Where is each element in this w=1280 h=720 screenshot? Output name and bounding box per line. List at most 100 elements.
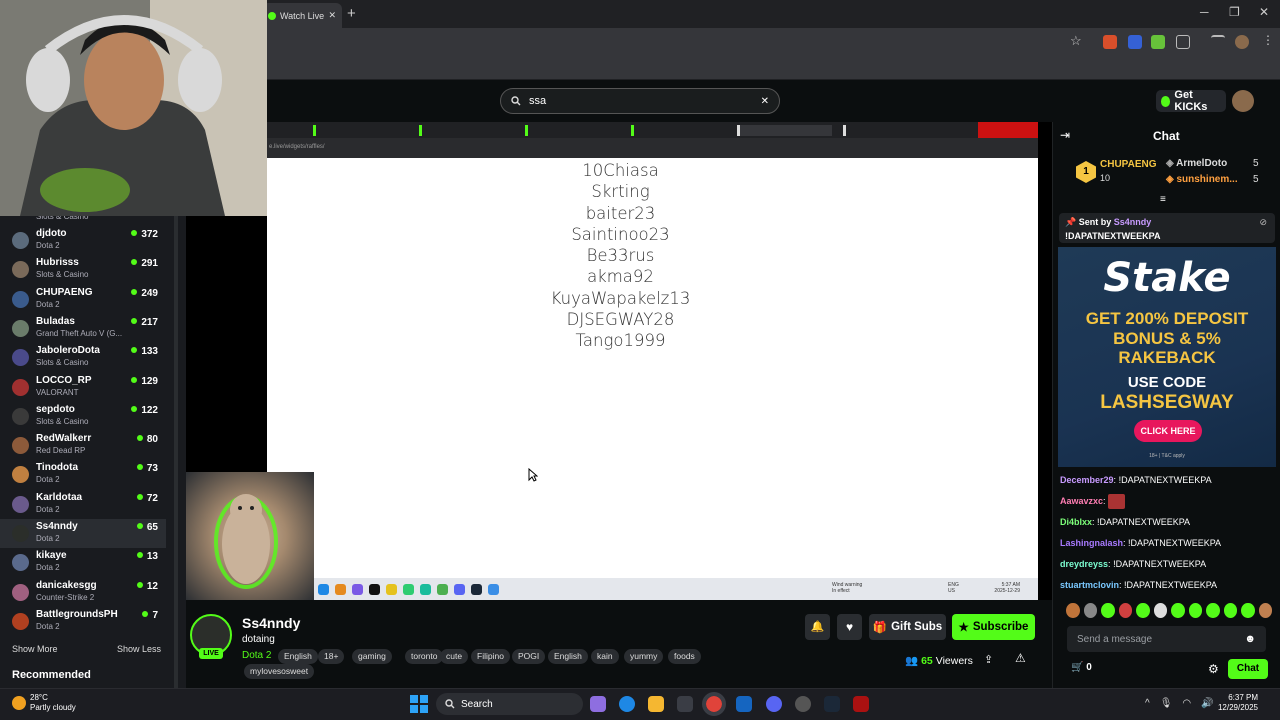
report-icon[interactable]: ⚠ bbox=[1015, 651, 1026, 665]
search-box[interactable]: ✕ bbox=[500, 88, 780, 114]
stake-ad-banner[interactable]: Stake GET 200% DEPOSIT BONUS & 5% RAKEBA… bbox=[1058, 247, 1276, 467]
mail-icon[interactable] bbox=[736, 696, 752, 712]
stream-tag[interactable]: 18+ bbox=[318, 649, 345, 664]
emote-icon[interactable] bbox=[1101, 603, 1115, 618]
stream-tag[interactable]: kain bbox=[591, 649, 619, 664]
emote-icon[interactable] bbox=[1136, 603, 1150, 618]
sidebar-channel[interactable]: kikaye Dota 2 13 bbox=[0, 548, 166, 577]
sidebar-channel[interactable]: Hubrisss Slots & Casino 291 bbox=[0, 255, 166, 284]
stream-tag[interactable]: cute bbox=[440, 649, 469, 664]
search-input[interactable] bbox=[529, 95, 753, 107]
unpin-icon[interactable]: ⊘ bbox=[1259, 217, 1267, 228]
sidebar-channel[interactable]: BattlegroundsPH Dota 2 7 bbox=[0, 607, 166, 636]
ad-click-here-button[interactable]: CLICK HERE bbox=[1134, 420, 1202, 442]
edge-icon[interactable] bbox=[619, 696, 635, 712]
user-avatar[interactable] bbox=[1232, 90, 1254, 112]
gifter-name[interactable]: ◈ ArmelDoto bbox=[1166, 158, 1227, 169]
minimize-button[interactable]: ─ bbox=[1200, 5, 1209, 19]
media-icon[interactable] bbox=[1211, 35, 1225, 49]
channel-name[interactable]: Ss4nndy bbox=[242, 615, 300, 631]
chat-input-box[interactable]: ☻ bbox=[1067, 626, 1266, 652]
sidebar-channel[interactable]: Tinodota Dota 2 73 bbox=[0, 460, 166, 489]
sidebar-channel[interactable]: RedWalkerr Red Dead RP 80 bbox=[0, 431, 166, 460]
cart-button[interactable]: 🛒 0 bbox=[1071, 662, 1092, 673]
emote-icon[interactable] bbox=[1171, 603, 1185, 618]
show-less-link[interactable]: Show Less bbox=[117, 644, 161, 654]
extension-icon[interactable] bbox=[1103, 35, 1117, 49]
collapse-chat-icon[interactable]: ⇥ bbox=[1060, 128, 1070, 142]
sidebar-channel[interactable]: Ss4nndy Dota 2 65 bbox=[0, 519, 166, 548]
stream-tag[interactable]: gaming bbox=[352, 649, 392, 664]
sidebar-channel[interactable]: djdoto Dota 2 372 bbox=[0, 226, 166, 255]
maximize-button[interactable]: ❐ bbox=[1229, 5, 1240, 19]
stream-tag[interactable]: yummy bbox=[624, 649, 664, 664]
sidebar-channel[interactable]: CHUPAENG Dota 2 249 bbox=[0, 285, 166, 314]
chat-username[interactable]: dreydreyss bbox=[1060, 559, 1108, 569]
chat-username[interactable]: Lashingnalash bbox=[1060, 538, 1123, 548]
expand-gifters-icon[interactable]: ≡ bbox=[1160, 194, 1166, 205]
follow-button[interactable]: ♥ bbox=[837, 614, 862, 640]
stream-tag[interactable]: mylovesosweet bbox=[244, 664, 315, 679]
stream-tag[interactable]: toronto bbox=[405, 649, 444, 664]
clear-search-icon[interactable]: ✕ bbox=[761, 96, 769, 107]
emote-icon[interactable] bbox=[1188, 603, 1202, 618]
browser-menu-icon[interactable]: ⋮ bbox=[1262, 33, 1274, 47]
chat-message-input[interactable] bbox=[1077, 633, 1245, 645]
stream-tag[interactable]: foods bbox=[668, 649, 701, 664]
emote-icon[interactable] bbox=[1118, 603, 1132, 618]
wifi-icon[interactable]: ◠ bbox=[1182, 698, 1191, 709]
stream-tag[interactable]: Filipino bbox=[471, 649, 510, 664]
sidebar-scrollbar[interactable] bbox=[174, 216, 178, 688]
tray-chevron-icon[interactable]: ^ bbox=[1145, 698, 1150, 709]
close-window-button[interactable]: ✕ bbox=[1259, 5, 1269, 19]
chat-username[interactable]: Di4blxx bbox=[1060, 517, 1092, 527]
new-tab-button[interactable]: + bbox=[347, 5, 356, 22]
sidebar-channel[interactable]: sepdoto Slots & Casino 122 bbox=[0, 402, 166, 431]
stream-tag[interactable]: English bbox=[278, 649, 318, 664]
extension-icon[interactable] bbox=[1151, 35, 1165, 49]
dota-icon[interactable] bbox=[853, 696, 869, 712]
discord-icon[interactable] bbox=[766, 696, 782, 712]
emote-icon[interactable] bbox=[1066, 603, 1080, 618]
microphone-icon[interactable]: 🎙 bbox=[1160, 698, 1173, 709]
get-kicks-button[interactable]: Get KICKs bbox=[1156, 89, 1226, 113]
sidebar-channel[interactable]: Buladas Grand Theft Auto V (G... 217 bbox=[0, 314, 166, 343]
copilot-icon[interactable] bbox=[590, 696, 606, 712]
emote-icon[interactable] bbox=[1083, 603, 1097, 618]
subscribe-button[interactable]: ★ Subscribe bbox=[952, 614, 1035, 640]
chat-send-button[interactable]: Chat bbox=[1228, 659, 1268, 679]
file-explorer-icon[interactable] bbox=[648, 696, 664, 712]
bookmark-star-icon[interactable]: ☆ bbox=[1070, 33, 1082, 49]
steam-icon[interactable] bbox=[824, 696, 840, 712]
gift-subs-button[interactable]: 🎁 Gift Subs bbox=[869, 614, 946, 640]
emote-icon[interactable] bbox=[1241, 603, 1255, 618]
settings-app-icon[interactable] bbox=[795, 696, 811, 712]
profile-avatar-icon[interactable] bbox=[1235, 35, 1249, 49]
system-clock[interactable]: 6:37 PM 12/29/2025 bbox=[1208, 693, 1258, 713]
tab-close-icon[interactable]: ✕ bbox=[328, 10, 336, 21]
chrome-icon[interactable] bbox=[702, 692, 726, 716]
show-more-link[interactable]: Show More bbox=[12, 644, 58, 654]
share-icon[interactable]: ⇪ bbox=[984, 653, 993, 666]
sidebar-channel[interactable]: LOCCO_RP VALORANT 129 bbox=[0, 373, 166, 402]
extensions-puzzle-icon[interactable] bbox=[1176, 35, 1190, 49]
stream-tag[interactable]: POGI bbox=[512, 649, 546, 664]
browser-tab[interactable]: Watch Live o ✕ bbox=[262, 3, 342, 28]
sidebar-channel[interactable]: Karldotaa Dota 2 72 bbox=[0, 490, 166, 519]
emote-icon[interactable] bbox=[1206, 603, 1220, 618]
sidebar-channel[interactable]: danicakesgg Counter-Strike 2 12 bbox=[0, 578, 166, 607]
extension-icon[interactable] bbox=[1128, 35, 1142, 49]
sidebar-channel[interactable]: JaboleroDota Slots & Casino 133 bbox=[0, 343, 166, 372]
emote-icon[interactable] bbox=[1258, 603, 1272, 618]
emote-icon[interactable] bbox=[1153, 603, 1167, 618]
emote-icon[interactable] bbox=[1223, 603, 1237, 618]
stream-category-link[interactable]: Dota 2 bbox=[242, 650, 271, 661]
gifter-name[interactable]: ◈ sunshinem... bbox=[1166, 174, 1238, 185]
chat-username[interactable]: Aawavzxc bbox=[1060, 496, 1103, 506]
chat-username[interactable]: December29 bbox=[1060, 475, 1114, 485]
gifter-name[interactable]: CHUPAENG bbox=[1100, 159, 1156, 170]
notifications-button[interactable]: 🔔 bbox=[805, 614, 830, 640]
weather-widget[interactable]: 28°C Partly cloudy bbox=[12, 693, 76, 713]
emoji-picker-icon[interactable]: ☻ bbox=[1244, 633, 1256, 645]
windows-start-icon[interactable] bbox=[410, 695, 428, 713]
